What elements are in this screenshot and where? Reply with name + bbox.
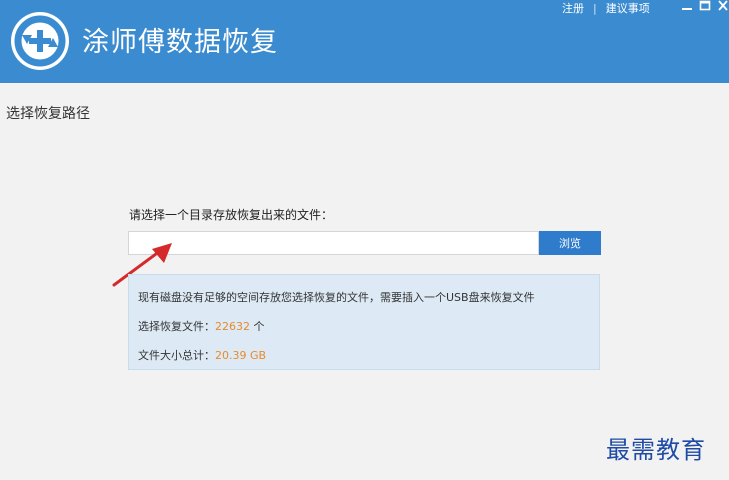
minimize-icon[interactable] [680,0,694,12]
recovery-info-panel: 现有磁盘没有足够的空间存放您选择恢复的文件，需要插入一个USB盘来恢复文件 选择… [128,274,600,370]
close-icon[interactable] [716,0,729,12]
page-heading: 选择恢复路径 [6,106,90,122]
top-links: 注册 | 建议事项 [562,0,650,16]
file-count-unit: 个 [253,320,265,333]
file-count-label: 选择恢复文件： [138,320,215,333]
app-title: 涂师傅数据恢复 [82,27,278,58]
directory-path-input[interactable] [128,231,539,255]
file-count-value: 22632 [215,320,250,333]
total-size-row: 文件大小总计：20.39 GB [138,347,266,363]
space-warning-text: 现有磁盘没有足够的空间存放您选择恢复的文件，需要插入一个USB盘来恢复文件 [138,291,535,304]
watermark-text: 最需教育 [606,436,706,464]
link-separator: | [593,2,597,15]
total-size-value: 20.39 GB [215,349,267,362]
directory-prompt: 请选择一个目录存放恢复出来的文件： [129,208,334,222]
total-size-label: 文件大小总计： [138,349,215,362]
maximize-icon[interactable] [698,0,712,12]
app-logo-icon [11,12,69,70]
suggestion-link[interactable]: 建议事项 [606,0,650,16]
browse-button[interactable]: 浏览 [539,231,601,255]
register-link[interactable]: 注册 [562,0,584,16]
file-count-row: 选择恢复文件：22632 个 [138,318,265,334]
title-bar: 涂师傅数据恢复 注册 | 建议事项 [0,0,729,83]
